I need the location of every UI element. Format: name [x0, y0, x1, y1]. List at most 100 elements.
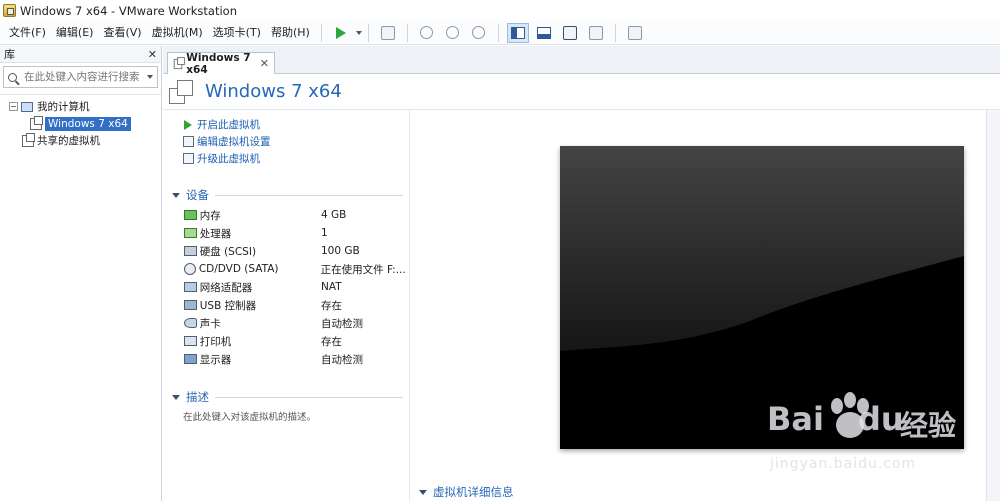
collapse-icon[interactable]: − — [9, 102, 18, 111]
snapshot-manager-icon — [472, 26, 486, 39]
device-row[interactable]: 网络适配器 NAT — [163, 278, 409, 296]
description-title: 描述 — [186, 390, 209, 404]
tree-item-vm[interactable]: Windows 7 x64 — [0, 115, 161, 132]
tree-item-my-computer[interactable]: − 我的计算机 — [0, 98, 161, 115]
snapshot-manager-button[interactable] — [468, 23, 490, 43]
toolbar-separator — [497, 23, 499, 42]
device-row[interactable]: 硬盘 (SCSI) 100 GB — [163, 242, 409, 260]
sound-card-icon — [184, 318, 197, 328]
upgrade-vm-label: 升级此虚拟机 — [197, 153, 260, 165]
unity-icon — [588, 25, 603, 40]
devices-section-header[interactable]: 设备 — [163, 187, 409, 203]
menu-view[interactable]: 查看(V) — [98, 21, 146, 45]
show-library-button[interactable] — [506, 22, 529, 43]
upgrade-icon — [183, 153, 194, 164]
power-dropdown-chevron-icon[interactable] — [355, 30, 362, 35]
vm-icon — [30, 115, 43, 130]
toolbar-separator — [320, 23, 322, 42]
device-value: 自动检测 — [321, 353, 363, 366]
main-area: Windows 7 x64 ✕ Windows 7 x64 开启此虚拟机 编辑虚… — [163, 46, 1000, 501]
device-value: 存在 — [321, 299, 342, 312]
shared-vm-icon — [22, 132, 35, 147]
device-value: 自动检测 — [321, 317, 363, 330]
search-dropdown-chevron-icon[interactable] — [147, 75, 153, 79]
device-value: NAT — [321, 281, 342, 293]
device-name: 显示器 — [199, 353, 232, 366]
device-row[interactable]: CD/DVD (SATA) 正在使用文件 F:... — [163, 260, 409, 278]
unity-button[interactable] — [585, 23, 607, 43]
menu-vm[interactable]: 虚拟机(M) — [147, 21, 208, 45]
vm-title: Windows 7 x64 — [205, 81, 342, 102]
library-tree: − 我的计算机 Windows 7 x64 共享的虚拟机 — [0, 94, 161, 149]
device-name: 硬盘 (SCSI) — [199, 245, 257, 258]
take-snapshot-button[interactable] — [416, 23, 438, 43]
devices-title: 设备 — [186, 188, 209, 202]
play-icon — [335, 26, 346, 39]
menu-file[interactable]: 文件(F) — [4, 21, 51, 45]
device-row[interactable]: 打印机 存在 — [163, 332, 409, 350]
vm-details-title: 虚拟机详细信息 — [433, 485, 514, 499]
vm-screen-preview[interactable] — [560, 146, 964, 449]
preview-thumbnail — [560, 146, 964, 449]
harddisk-icon — [184, 246, 197, 256]
device-value: 4 GB — [321, 209, 347, 221]
tree-label-vm: Windows 7 x64 — [45, 116, 131, 131]
revert-snapshot-button[interactable] — [442, 23, 464, 43]
device-value: 100 GB — [321, 245, 360, 257]
send-ctrl-alt-del-button[interactable] — [377, 23, 399, 43]
device-name: 打印机 — [199, 335, 232, 348]
console-view-button[interactable] — [624, 23, 646, 43]
thumbnail-bar-button[interactable] — [533, 23, 555, 43]
device-row[interactable]: 显示器 自动检测 — [163, 350, 409, 368]
device-row[interactable]: 声卡 自动检测 — [163, 314, 409, 332]
device-name: CD/DVD (SATA) — [198, 263, 279, 275]
upgrade-vm-link[interactable]: 升级此虚拟机 — [163, 150, 409, 167]
window-title: Windows 7 x64 - VMware Workstation — [20, 3, 238, 18]
device-name: 处理器 — [199, 227, 232, 240]
collapse-arrow-icon — [172, 394, 180, 400]
tree-item-shared-vms[interactable]: 共享的虚拟机 — [0, 132, 161, 149]
fullscreen-icon — [562, 25, 577, 40]
device-name: 网络适配器 — [199, 281, 253, 294]
tab-windows7[interactable]: Windows 7 x64 ✕ — [167, 51, 275, 76]
tab-close-icon[interactable]: ✕ — [260, 57, 269, 70]
vm-tab-icon — [173, 56, 186, 69]
library-close-icon[interactable]: ✕ — [148, 48, 157, 61]
library-search[interactable] — [3, 66, 158, 88]
tab-label: Windows 7 x64 — [186, 51, 251, 76]
full-screen-button[interactable] — [559, 23, 581, 43]
vm-large-icon — [169, 79, 195, 104]
collapse-arrow-icon — [172, 192, 180, 198]
snapshot-revert-icon — [446, 26, 460, 39]
toolbar-separator — [614, 23, 616, 42]
description-field[interactable]: 在此处键入对该虚拟机的描述。 — [163, 409, 409, 423]
device-row[interactable]: USB 控制器 存在 — [163, 296, 409, 314]
device-name: 内存 — [199, 209, 221, 222]
device-value: 存在 — [321, 335, 342, 348]
power-on-vm-link[interactable]: 开启此虚拟机 — [163, 116, 409, 133]
vmware-app-icon — [3, 4, 16, 17]
device-row[interactable]: 内存 4 GB — [163, 206, 409, 224]
menu-tabs[interactable]: 选项卡(T) — [208, 21, 266, 45]
vm-details-section-header[interactable]: 虚拟机详细信息 — [419, 484, 514, 500]
menu-help[interactable]: 帮助(H) — [266, 21, 315, 45]
toolbar — [328, 21, 648, 45]
section-divider — [215, 194, 403, 196]
library-header: 库 ✕ — [0, 46, 161, 63]
power-on-button[interactable] — [330, 23, 352, 43]
toolbar-separator — [406, 23, 408, 42]
vertical-scrollbar[interactable] — [986, 110, 1000, 501]
search-input[interactable] — [24, 71, 147, 83]
device-row[interactable]: 处理器 1 — [163, 224, 409, 242]
library-view-icon — [510, 26, 525, 39]
description-section-header[interactable]: 描述 — [163, 389, 409, 405]
menu-bar: 文件(F) 编辑(E) 查看(V) 虚拟机(M) 选项卡(T) 帮助(H) — [0, 21, 1000, 45]
section-divider — [215, 396, 403, 398]
computer-icon — [21, 101, 33, 112]
network-adapter-icon — [184, 282, 197, 292]
edit-vm-settings-label: 编辑虚拟机设置 — [197, 136, 271, 148]
vm-header: Windows 7 x64 — [163, 74, 1000, 110]
menu-edit[interactable]: 编辑(E) — [51, 21, 99, 45]
tree-label-shared-vms: 共享的虚拟机 — [37, 135, 100, 147]
edit-vm-settings-link[interactable]: 编辑虚拟机设置 — [163, 133, 409, 150]
